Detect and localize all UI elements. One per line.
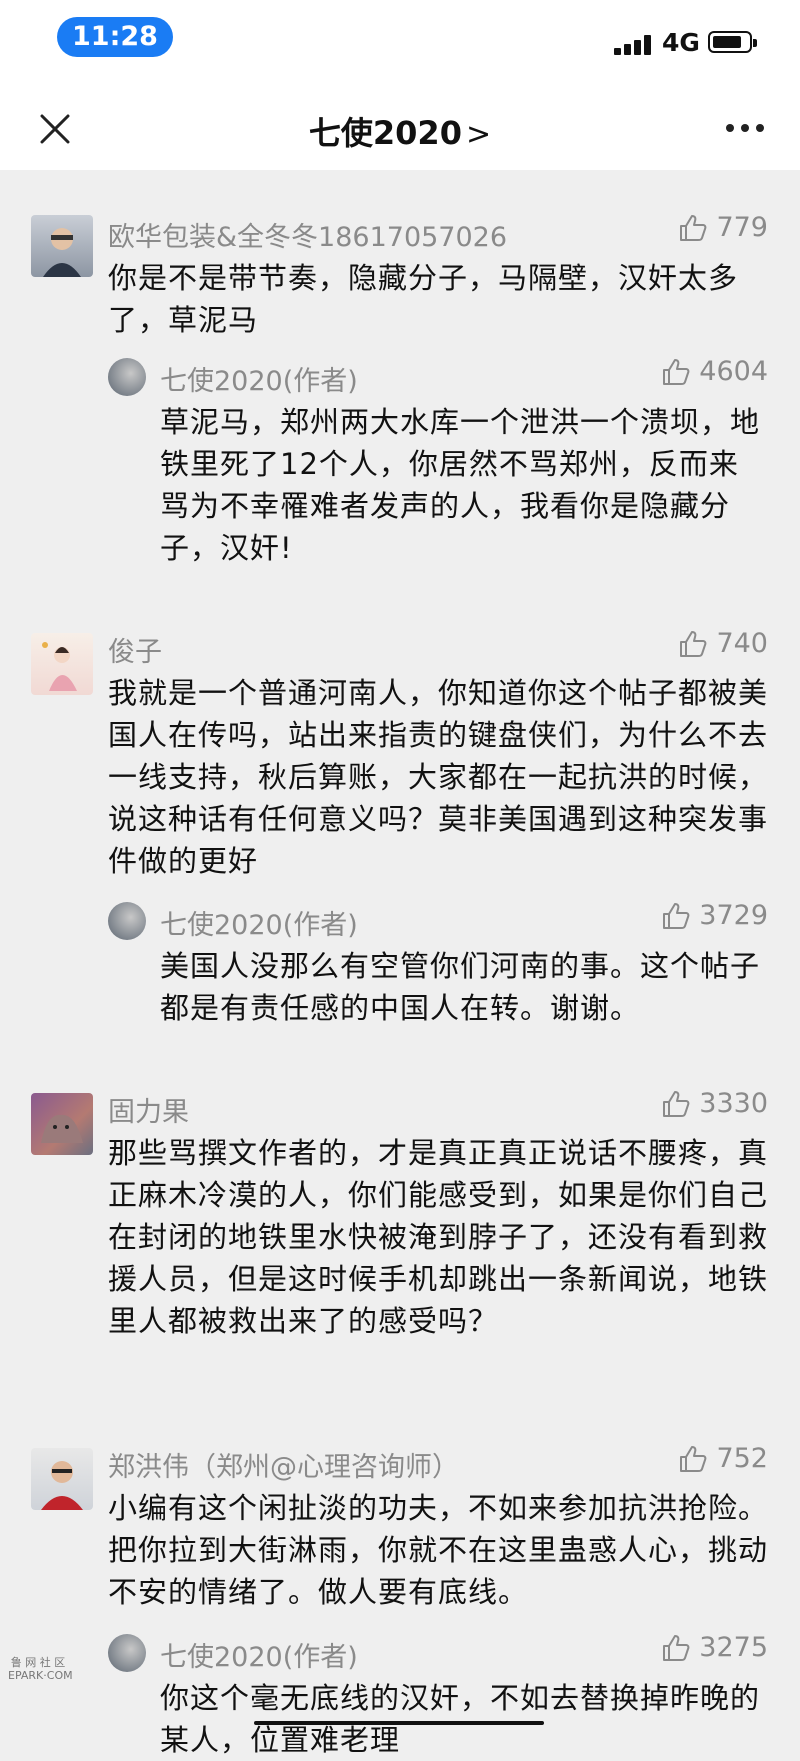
thumbs-up-icon — [663, 1634, 690, 1661]
reply-text: 美国人没那么有空管你们河南的事。这个帖子都是有责任感的中国人在转。谢谢。 — [160, 949, 761, 1025]
avatar[interactable] — [31, 633, 93, 695]
avatar[interactable] — [31, 215, 93, 277]
thumbs-up-icon — [663, 358, 690, 385]
avatar[interactable] — [31, 1093, 93, 1155]
network-type: 4G — [662, 28, 700, 57]
thumbs-up-icon — [680, 214, 707, 241]
more-icon[interactable] — [726, 122, 766, 134]
like-count: 3275 — [699, 1632, 768, 1663]
thumbs-up-icon — [663, 902, 690, 929]
like-count: 740 — [716, 628, 768, 659]
like-button[interactable]: 3330 — [661, 1088, 768, 1119]
page-title[interactable]: 七使2020 > — [0, 108, 800, 154]
thumbs-up-icon — [663, 1090, 690, 1117]
avatar[interactable] — [31, 1448, 93, 1510]
page-title-text: 七使2020 — [308, 114, 462, 152]
like-button[interactable]: 752 — [678, 1443, 768, 1474]
reply-text: 你这个毫无底线的汉奸，不如去替换掉昨晚的某人，位置难老理 — [160, 1681, 761, 1757]
thumbs-up-icon — [680, 1445, 707, 1472]
watermark: 鲁 网 社 区 EPARK·COM — [8, 1656, 73, 1682]
like-count: 3729 — [699, 900, 768, 931]
commenter-name[interactable]: 欧华包装&全冬冬18617057026 — [108, 215, 507, 254]
thumbs-up-icon — [680, 630, 707, 657]
like-count: 4604 — [699, 356, 768, 387]
comment-text: 那些骂撰文作者的，才是真正真正说话不腰疼，真正麻木冷漠的人，你们能感受到，如果是… — [108, 1136, 769, 1338]
reply-author-name[interactable]: 七使2020(作者) — [160, 1635, 358, 1674]
author-avatar[interactable] — [108, 1634, 146, 1672]
like-button[interactable]: 779 — [678, 212, 768, 243]
reply-like-button[interactable]: 4604 — [661, 356, 768, 387]
like-count: 752 — [716, 1443, 768, 1474]
comment-text: 小编有这个闲扯淡的功夫，不如来参加抗洪抢险。把你拉到大街淋雨，你就不在这里蛊惑人… — [108, 1491, 769, 1609]
status-bar: 11:28 4G — [0, 0, 800, 88]
like-button[interactable]: 740 — [678, 628, 768, 659]
battery-icon — [708, 31, 757, 53]
status-time: 11:28 — [57, 17, 173, 57]
author-avatar[interactable] — [108, 902, 146, 940]
nav-bar: 七使2020 > — [0, 88, 800, 170]
like-count: 3330 — [699, 1088, 768, 1119]
commenter-name[interactable]: 固力果 — [108, 1090, 189, 1129]
reply-like-button[interactable]: 3729 — [661, 900, 768, 931]
chevron-right-icon: > — [465, 117, 492, 152]
comment-text: 你是不是带节奏，隐藏分子，马隔壁，汉奸太多了，草泥马 — [108, 261, 739, 337]
reply-like-button[interactable]: 3275 — [661, 1632, 768, 1663]
reply-author-name[interactable]: 七使2020(作者) — [160, 359, 358, 398]
text-underline — [254, 1721, 544, 1725]
signal-icon — [614, 35, 652, 55]
like-count: 779 — [716, 212, 768, 243]
author-avatar[interactable] — [108, 358, 146, 396]
comment-text: 我就是一个普通河南人，你知道你这个帖子都被美国人在传吗，站出来指责的键盘侠们，为… — [108, 676, 769, 878]
commenter-name[interactable]: 俊子 — [108, 630, 162, 669]
reply-text: 草泥马，郑州两大水库一个泄洪一个溃坝，地铁里死了12个人，你居然不骂郑州，反而来… — [160, 405, 761, 565]
commenter-name[interactable]: 郑洪伟（郑州@心理咨询师） — [108, 1445, 459, 1484]
reply-author-name[interactable]: 七使2020(作者) — [160, 903, 358, 942]
